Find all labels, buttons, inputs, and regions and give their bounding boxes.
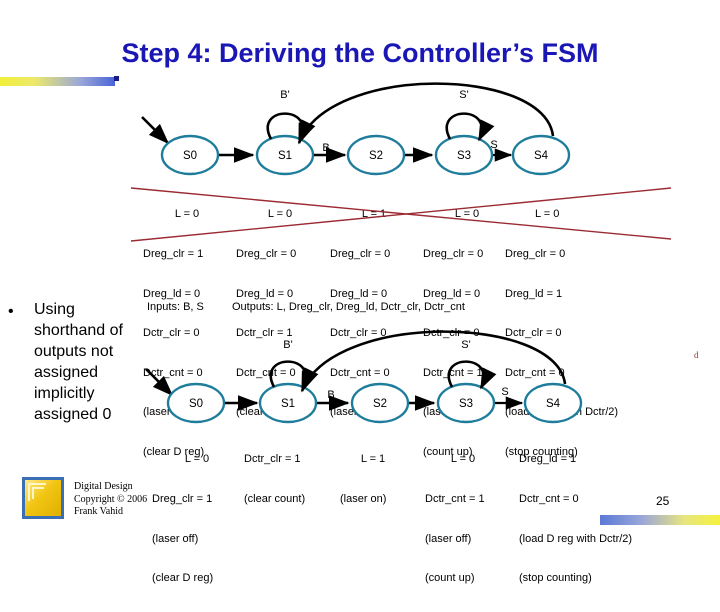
state-node-s2-2: S2 [350,382,410,424]
svg-text:S0: S0 [183,150,197,162]
state-node-s0-2: S0 [166,382,226,424]
title-accent-dot [114,76,119,81]
page-number: 25 [656,494,670,508]
svg-text:S1: S1 [281,398,295,410]
svg-text:S2: S2 [373,398,387,410]
svg-text:S1: S1 [278,150,292,162]
state-node-s2: S2 [346,134,406,176]
state-node-s4: S4 [511,134,571,176]
transition-label-b: B [322,142,329,154]
transition-label-b-2: B [327,389,334,401]
self-loop-label-s3: S' [459,89,468,101]
svg-text:S3: S3 [459,398,473,410]
back-arc-s4-s1-2 [300,330,567,393]
svg-text:S3: S3 [457,150,471,162]
start-arrow [141,116,170,145]
self-loop-label-s1: B' [280,89,289,101]
start-arrow-2 [145,368,174,397]
svg-text:S4: S4 [546,398,561,410]
publisher-logo-icon [22,477,64,519]
state-node-s1: S1 [255,134,315,176]
inputs-label: Inputs: B, S [147,301,204,313]
state-node-s3: S3 [434,134,494,176]
svg-text:S4: S4 [534,150,549,162]
footer-credit: Digital Design Copyright © 2006 Frank Va… [74,481,148,517]
self-loop-label-s3-2: S' [461,339,470,351]
transition-label-s-2: S [501,386,508,398]
bullet-marker: • [8,303,14,320]
footer-accent-bar [600,515,720,525]
self-loop-label-s1-2: B' [283,339,292,351]
state-node-s3-2: S3 [436,382,496,424]
outputs2-col-s1: Dctr_clr = 1 (clear count) [244,453,306,506]
svg-text:S2: S2 [369,150,383,162]
state-node-s1-2: S1 [258,382,318,424]
state-node-s4-2: S4 [523,382,583,424]
svg-text:S0: S0 [189,398,203,410]
outputs2-col-s3: L = 0 Dctr_cnt = 1 (laser off) (count up… [425,453,485,585]
slide-canvas: Step 4: Deriving the Controller’s FSM S0… [0,0,720,584]
strikeout-overlay [130,187,672,242]
back-arc-s4-s1 [297,82,555,145]
page-title: Step 4: Deriving the Controller’s FSM [121,38,599,68]
state-node-s0: S0 [160,134,220,176]
transition-label-s: S [490,139,497,151]
outputs2-col-s0: L = 0 Dreg_clr = 1 (laser off) (clear D … [152,453,214,585]
outputs2-col-s2: L = 1 (laser on) [340,453,387,506]
outputs-label: Outputs: L, Dreg_clr, Dreg_ld, Dctr_clr,… [232,301,465,313]
stray-mark: d [694,350,699,360]
